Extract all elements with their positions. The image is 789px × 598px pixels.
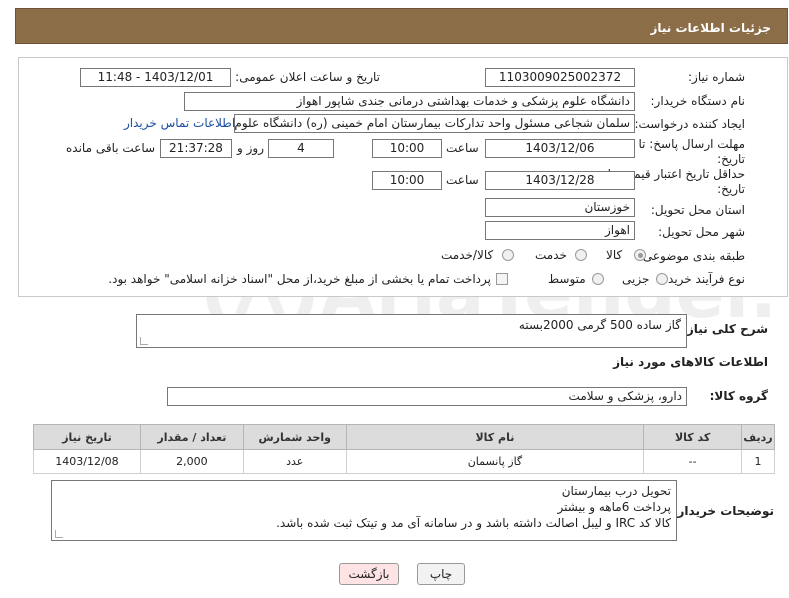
- cell-unit: عدد: [242, 449, 347, 474]
- buyer-notes-line: تحویل درب بیمارستان: [561, 484, 671, 498]
- goods-group-field: دارو، پزشکی و سلامت: [167, 387, 687, 406]
- announce-date-label: تاریخ و ساعت اعلان عمومی:: [235, 70, 380, 84]
- table-header-row: ردیف کد کالا نام کالا واحد شمارش تعداد /…: [33, 424, 775, 450]
- resize-handle-icon[interactable]: [55, 530, 63, 538]
- goods-section-title: اطلاعات کالاهای مورد نیاز: [613, 355, 768, 369]
- city-label: شهر محل تحویل:: [658, 225, 745, 239]
- validity-hour-label: ساعت: [446, 173, 479, 187]
- deadline-time-field: 10:00: [372, 139, 442, 158]
- category-option-service: خدمت: [535, 248, 567, 262]
- process-option-medium: متوسط: [548, 272, 586, 286]
- buyer-org-field: دانشگاه علوم پزشکی و خدمات بهداشتی درمان…: [184, 92, 635, 111]
- col-header-code: کد کالا: [643, 424, 743, 450]
- cell-code: --: [643, 449, 743, 474]
- buyer-org-label: نام دستگاه خریدار:: [650, 94, 746, 108]
- back-button[interactable]: بازگشت: [339, 563, 399, 585]
- summary-label: شرح کلی نیاز:: [682, 322, 768, 336]
- days-field: 4: [268, 139, 334, 158]
- process-radio-medium[interactable]: [592, 273, 604, 285]
- remaining-label: ساعت باقی مانده: [66, 141, 156, 155]
- cell-name: گاز پانسمان: [345, 449, 645, 474]
- category-option-both: کالا/خدمت: [441, 248, 494, 262]
- resize-handle-icon[interactable]: [140, 337, 148, 345]
- buyer-contact-link[interactable]: اطلاعات تماس خریدار: [124, 116, 235, 130]
- col-header-name: نام کالا: [345, 424, 645, 450]
- requester-label: ایجاد کننده درخواست:: [634, 117, 745, 131]
- cell-row-no: 1: [741, 449, 775, 474]
- need-number-field: 1103009025002372: [485, 68, 635, 87]
- cell-need-date: 1403/12/08: [33, 449, 141, 474]
- deadline-date-field: 1403/12/06: [485, 139, 635, 158]
- days-label: روز و: [237, 141, 264, 155]
- summary-text: گاز ساده 500 گرمی 2000بسته: [518, 318, 681, 332]
- category-label: طبقه بندی موضوعی:: [638, 249, 745, 263]
- goods-group-label: گروه کالا:: [709, 389, 768, 403]
- deadline-hour-label: ساعت: [446, 141, 479, 155]
- validity-time-field: 10:00: [372, 171, 442, 190]
- page-header: جزئیات اطلاعات نیاز: [15, 8, 788, 44]
- province-label: استان محل تحویل:: [650, 203, 745, 217]
- buyer-notes-textarea[interactable]: تحویل درب بیمارستان پرداخت 6ماهه و بیشتر…: [51, 480, 677, 541]
- cell-quantity: 2,000: [139, 449, 244, 474]
- category-radio-both[interactable]: [502, 249, 514, 261]
- col-header-quantity: تعداد / مقدار: [139, 424, 244, 450]
- process-option-minor: جزیی: [622, 272, 650, 286]
- buyer-notes-line: کالا کد IRC و لیبل اصالت داشته باشد و در…: [276, 516, 671, 530]
- remaining-time-field: 21:37:28: [160, 139, 232, 158]
- buyer-notes-line: پرداخت 6ماهه و بیشتر: [557, 500, 671, 514]
- announce-date-field: 1403/12/01 - 11:48: [80, 68, 231, 87]
- col-header-need-date: تاریخ نیاز: [33, 424, 141, 450]
- treasury-payment-note: پرداخت تمام یا بخشی از مبلغ خرید،از محل …: [108, 272, 491, 286]
- treasury-payment-checkbox[interactable]: [496, 273, 508, 285]
- need-number-label: شماره نیاز:: [688, 70, 745, 84]
- table-row: 1 -- گاز پانسمان عدد 2,000 1403/12/08: [33, 449, 775, 474]
- print-button[interactable]: چاپ: [417, 563, 465, 585]
- process-label: نوع فرآیند خرید :: [660, 272, 745, 286]
- province-field: خوزستان: [485, 198, 635, 217]
- validity-date-field: 1403/12/28: [485, 171, 635, 190]
- buyer-notes-label: توضیحات خریدار:: [672, 504, 774, 518]
- process-radio-minor[interactable]: [656, 273, 668, 285]
- col-header-unit: واحد شمارش: [242, 424, 347, 450]
- col-header-row-no: ردیف: [741, 424, 775, 450]
- summary-textarea[interactable]: گاز ساده 500 گرمی 2000بسته: [136, 314, 687, 348]
- category-radio-service[interactable]: [575, 249, 587, 261]
- category-radio-goods[interactable]: [634, 249, 646, 261]
- items-table: ردیف کد کالا نام کالا واحد شمارش تعداد /…: [33, 424, 775, 474]
- city-field: اهواز: [485, 221, 635, 240]
- requester-field: سلمان شجاعی مسئول واحد تدارکات بیمارستان…: [234, 114, 635, 133]
- category-option-goods: کالا: [606, 248, 623, 262]
